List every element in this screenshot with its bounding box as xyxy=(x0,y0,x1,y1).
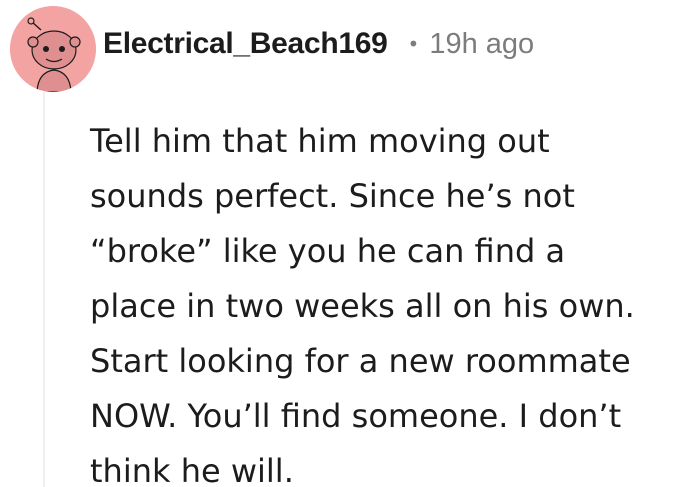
comment-body: Tell him that him moving out sounds perf… xyxy=(90,114,690,487)
comment-body-line: Tell him that him moving out xyxy=(90,122,550,160)
comment-body-line: think he will. xyxy=(90,452,294,487)
snoo-avatar-icon xyxy=(10,6,96,92)
comment-body-line: NOW. You’ll find someone. I don’t xyxy=(90,397,622,435)
comment-body-line: place in two weeks all on his own. xyxy=(90,287,635,325)
thread-line[interactable] xyxy=(43,92,45,487)
timestamp[interactable]: 19h ago xyxy=(429,28,534,61)
comment-header: Electrical_Beach169 • 19h ago xyxy=(103,22,534,66)
comment: Electrical_Beach169 • 19h ago Tell him t… xyxy=(0,0,700,487)
username-link[interactable]: Electrical_Beach169 xyxy=(103,27,388,61)
comment-body-line: Start looking for a new roommate xyxy=(90,342,631,380)
avatar[interactable] xyxy=(10,6,96,92)
comment-body-line: sounds perfect. Since he’s not xyxy=(90,177,575,215)
comment-body-line: “broke” like you he can find a xyxy=(90,232,566,270)
separator-dot: • xyxy=(407,32,420,56)
